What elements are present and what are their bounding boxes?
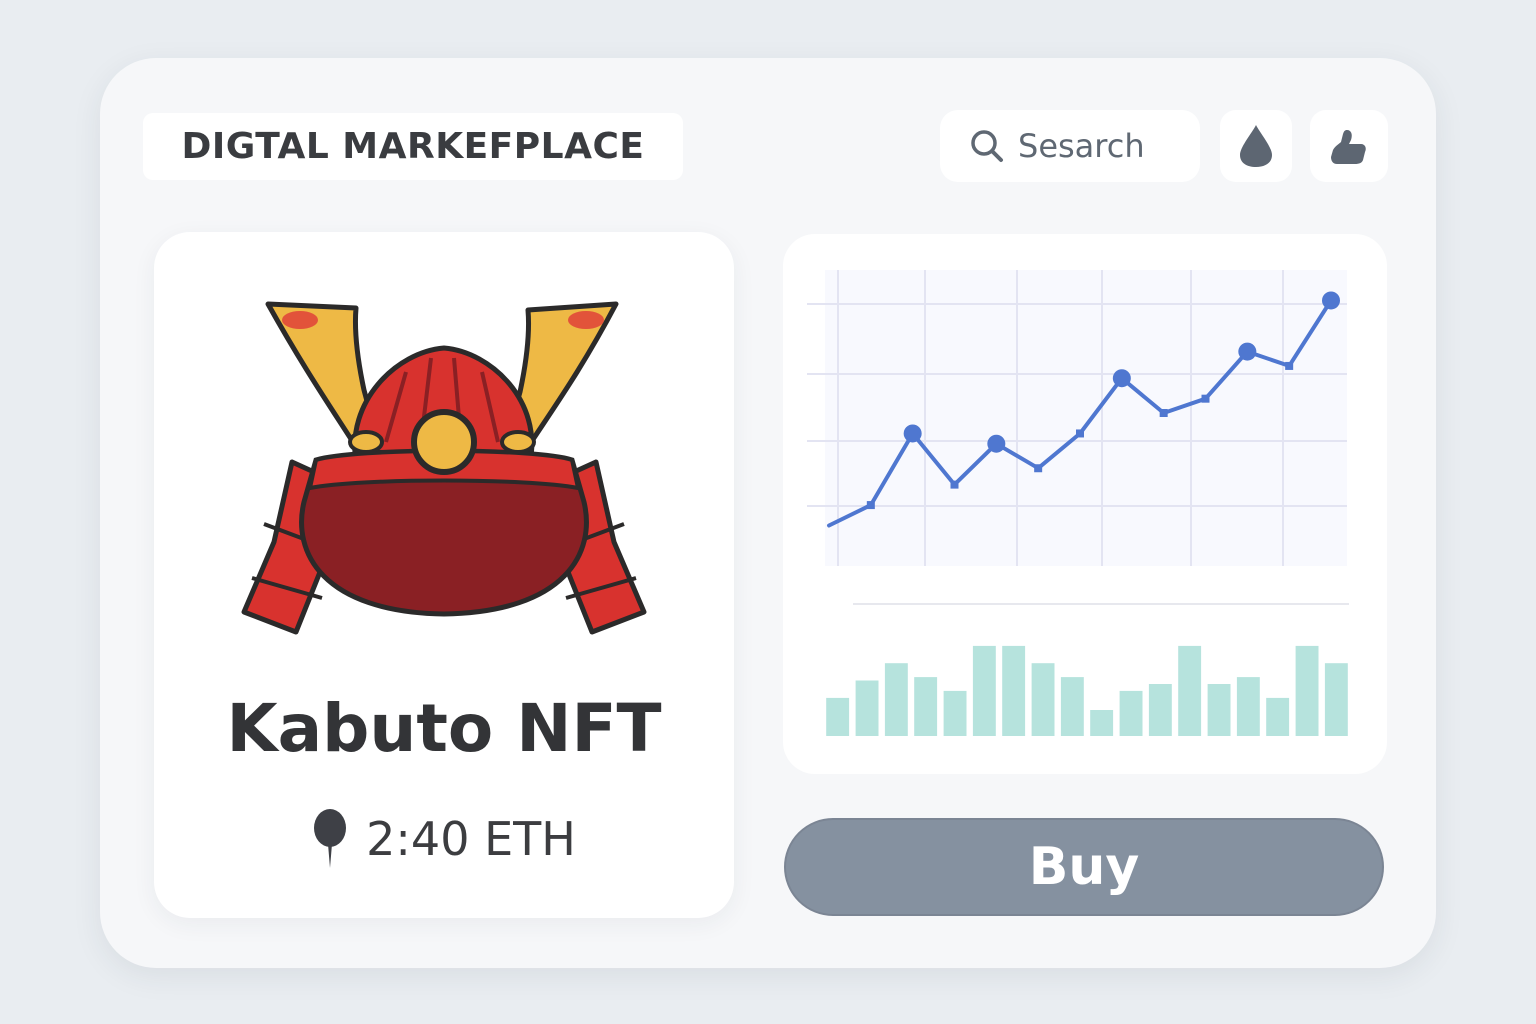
search-icon [971,130,1003,162]
volume-bar [1090,710,1114,736]
price-value: 2:40 ETH [366,812,576,866]
price-chart [807,270,1349,736]
data-point-small [1201,394,1210,403]
buy-button-label: Buy [1028,837,1140,897]
volume-bar [1324,663,1348,736]
volume-bar [855,680,879,736]
plot-area [825,270,1347,566]
data-point-small [1285,361,1294,370]
hand-button[interactable] [1310,110,1388,182]
volume-bar-layer [826,645,1348,736]
volume-bar [1236,677,1260,736]
volume-bar [1060,677,1084,736]
price-row: 2:40 ETH [154,808,734,870]
data-point [1238,342,1257,361]
drop-button[interactable] [1220,110,1292,182]
pin-icon [314,809,347,868]
data-point [1112,369,1131,388]
title-box: DIGTAL MARKEFPLACE [143,113,683,180]
volume-bar [914,677,938,736]
volume-bar [1148,684,1172,736]
data-point-small [1076,429,1084,438]
volume-bar [1178,645,1202,736]
volume-bar [943,690,967,736]
data-point-small [1034,464,1043,473]
hand-icon [1331,130,1366,164]
data-point-small [1159,409,1168,417]
volume-bar [1031,663,1055,736]
page-title: DIGTAL MARKEFPLACE [181,126,645,167]
volume-bar [1295,645,1319,736]
data-point [987,434,1006,453]
data-point [1322,291,1340,310]
data-point [903,424,922,443]
nft-name: Kabuto NFT [226,690,662,767]
volume-bar [1002,645,1026,736]
data-point-small [950,480,959,489]
volume-bar [1207,684,1231,736]
data-point-small [866,501,875,510]
kabuto-helmet-image [241,301,647,635]
buy-button[interactable]: Buy [784,818,1384,916]
volume-bar [884,663,908,736]
drop-icon [1240,125,1272,167]
search-label: Sesarch [1018,127,1145,165]
volume-bar [1119,690,1143,736]
volume-bar [972,645,996,736]
search-box[interactable]: Sesarch [940,110,1200,182]
price-chart-card [783,234,1387,774]
volume-bar [1266,697,1290,736]
nft-card[interactable]: Kabuto NFT 2:40 ETH [154,232,734,918]
volume-bar [826,697,850,736]
